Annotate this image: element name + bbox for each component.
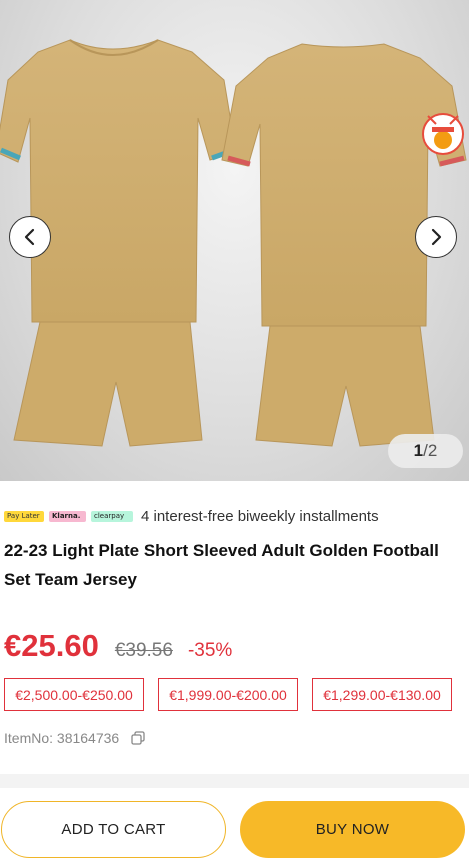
copy-icon[interactable] (131, 731, 145, 745)
clearpay-badge: clearpay (91, 510, 133, 522)
item-number: ItemNo: 38164736 (4, 730, 145, 746)
section-divider (0, 774, 469, 788)
add-to-cart-button[interactable]: ADD TO CART (1, 801, 226, 858)
price-tier-2[interactable]: €1,999.00-€200.00 (158, 678, 298, 711)
image-counter: 1/2 (388, 434, 463, 468)
installments-text: 4 interest-free biweekly installments (141, 507, 379, 525)
price-tier-3[interactable]: €1,299.00-€130.00 (312, 678, 452, 711)
current-price: €25.60 (4, 628, 99, 663)
product-image (0, 39, 467, 447)
previous-image-button[interactable] (9, 216, 51, 258)
current-image-index: 1 (413, 441, 424, 460)
logo-badge-icon (422, 113, 464, 155)
buy-now-button[interactable]: BUY NOW (240, 801, 465, 858)
original-price: €39.56 (114, 640, 173, 661)
price-tier-1[interactable]: €2,500.00-€250.00 (4, 678, 144, 711)
product-image-gallery[interactable]: 1/2 (0, 0, 469, 481)
product-title: 22-23 Light Plate Short Sleeved Adult Go… (4, 541, 439, 589)
paylater-badge: Pay Later (4, 510, 44, 522)
item-number-text: ItemNo: 38164736 (4, 730, 120, 746)
total-images: /2 (423, 441, 438, 460)
payment-options[interactable]: Pay Later Klarna. clearpay 4 interest-fr… (4, 506, 379, 526)
price-row: €25.60 €39.56 -35% (4, 628, 232, 664)
next-image-button[interactable] (415, 216, 457, 258)
klarna-badge: Klarna. (49, 510, 86, 522)
chevron-left-icon (24, 228, 35, 246)
chevron-right-icon (431, 228, 442, 246)
discount-badge: -35% (187, 640, 233, 661)
